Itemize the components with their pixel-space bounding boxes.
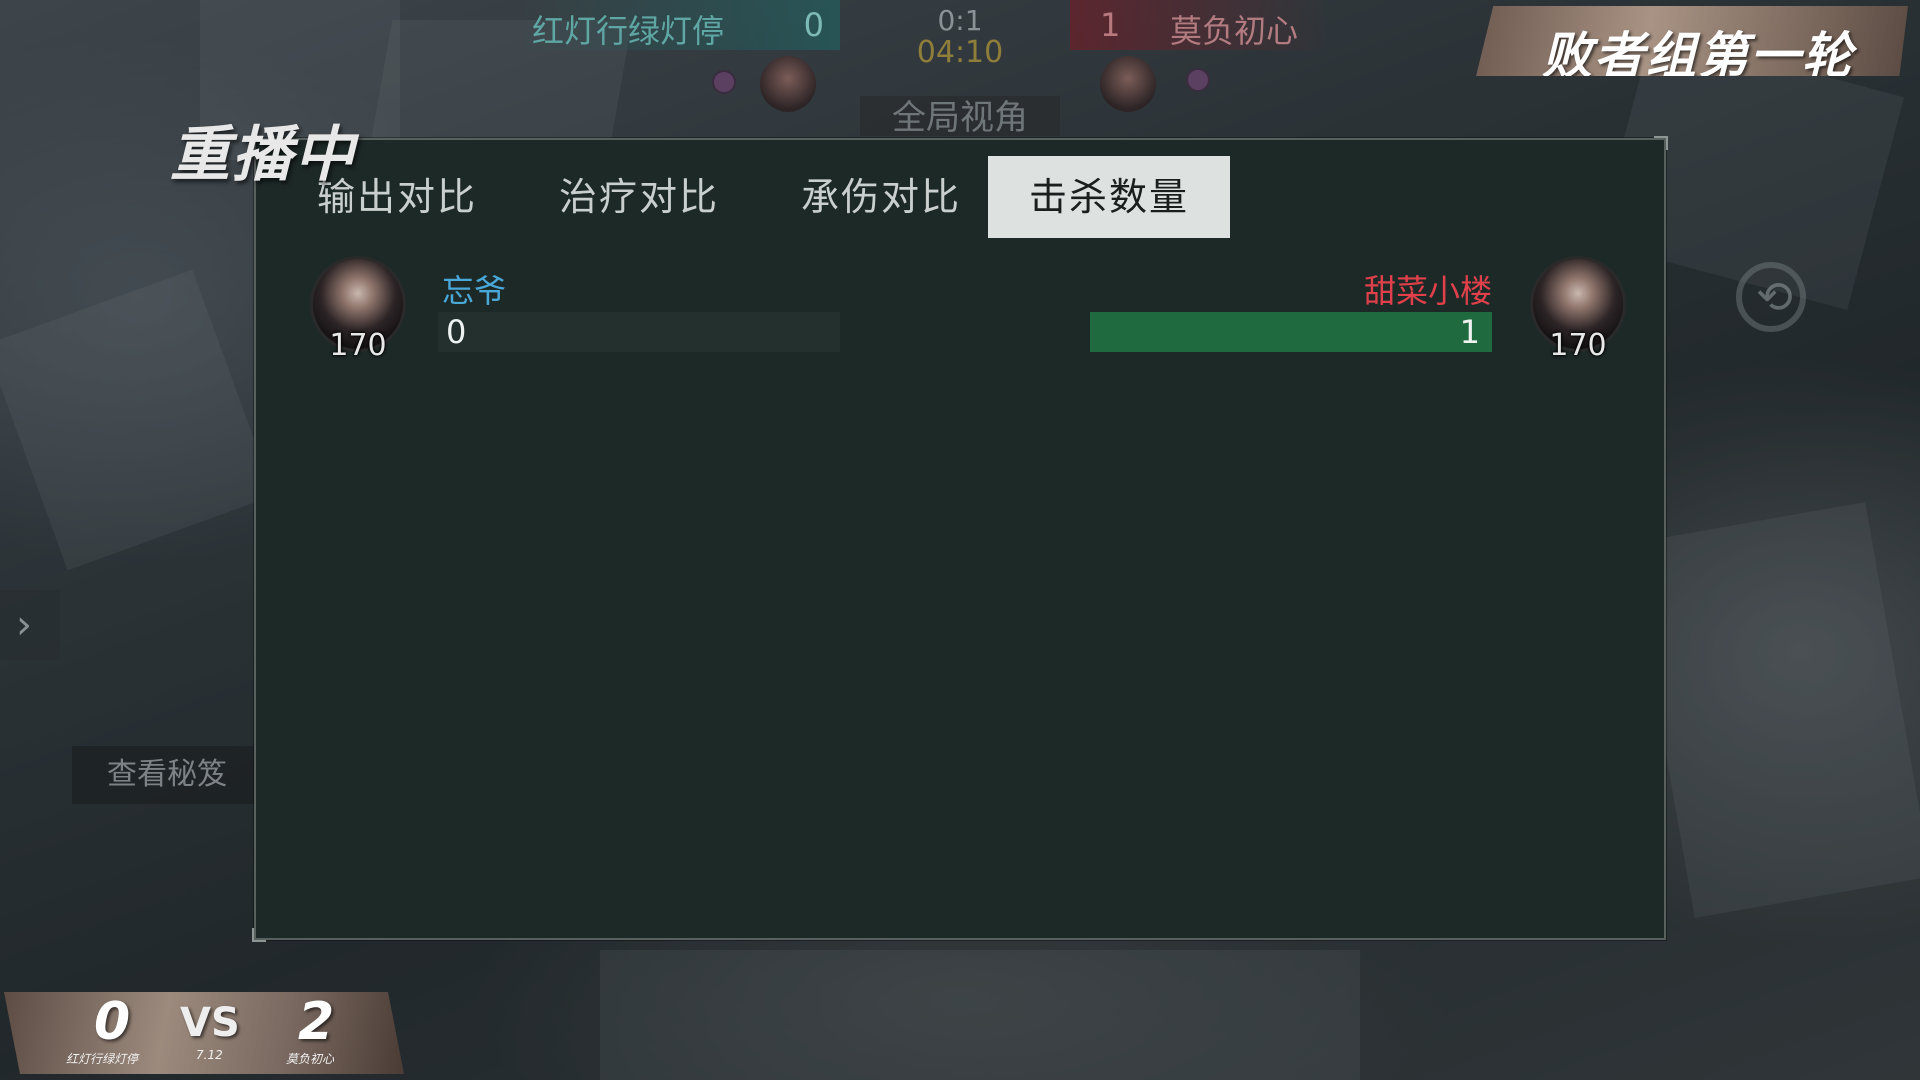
series-vs: VS [180, 1000, 240, 1046]
stats-comparison-panel: 输出对比 治疗对比 承伤对比 击杀数量 170 忘爷 0 甜菜小楼 1 170 [252, 136, 1668, 942]
left-player-mini-avatar [760, 56, 816, 112]
left-kill-value: 0 [446, 313, 467, 351]
global-view-button[interactable]: 全局视角 [860, 96, 1060, 136]
left-player-level: 170 [329, 328, 387, 363]
exit-icon[interactable]: ⟲ [1736, 262, 1806, 332]
team-right-name: 莫负初心 [1170, 12, 1299, 50]
expand-side-button[interactable]: › [0, 590, 60, 660]
round-banner: 败者组第一轮 [1476, 6, 1908, 76]
right-kill-value: 1 [1459, 313, 1480, 351]
match-status: 0:1 04:10 [900, 4, 1020, 69]
right-player-avatar: 170 [1530, 256, 1626, 363]
right-kill-bar-fill [1090, 312, 1492, 352]
team-left-hud: 红灯行绿灯停 0 [520, 0, 840, 50]
chevron-right-icon: › [16, 602, 32, 648]
view-secrets-button[interactable]: 查看秘笈 [72, 746, 262, 804]
left-kill-bar: 0 [438, 312, 840, 352]
left-buff-icon [712, 70, 736, 94]
left-player-avatar: 170 [310, 256, 406, 363]
team-right-score: 1 [1100, 6, 1121, 44]
right-player-level: 170 [1549, 328, 1607, 363]
right-kill-bar: 1 [1090, 312, 1492, 352]
stats-tabs: 输出对比 治疗对比 承伤对比 击杀数量 [256, 156, 1664, 238]
team-left-score: 0 [803, 6, 824, 44]
team-left-name: 红灯行绿灯停 [532, 12, 725, 50]
series-right-score: 2 [298, 992, 335, 1052]
series-left-score: 0 [94, 992, 131, 1052]
right-player-name: 甜菜小楼 [1363, 272, 1492, 310]
series-score: 0 VS 2 红灯行绿灯停 7.12 莫负初心 [4, 992, 404, 1074]
series-date: 7.12 [196, 1048, 223, 1062]
team-right-hud: 1 莫负初心 [1070, 0, 1330, 50]
tab-kill-count[interactable]: 击杀数量 [988, 156, 1230, 238]
replay-label: 重播中 [170, 120, 356, 190]
tab-healing[interactable]: 治疗对比 [518, 156, 760, 238]
left-player-name: 忘爷 [442, 272, 507, 310]
series-left-team: 红灯行绿灯停 [66, 1052, 139, 1066]
series-right-team: 莫负初心 [286, 1052, 335, 1066]
match-timer: 04:10 [916, 35, 1004, 70]
right-player-mini-avatar [1100, 56, 1156, 112]
round-score: 0:1 [937, 4, 983, 37]
tab-damage-taken[interactable]: 承伤对比 [760, 156, 1002, 238]
right-buff-icon [1186, 68, 1210, 92]
comparison-row: 170 忘爷 0 甜菜小楼 1 170 [256, 256, 1664, 363]
